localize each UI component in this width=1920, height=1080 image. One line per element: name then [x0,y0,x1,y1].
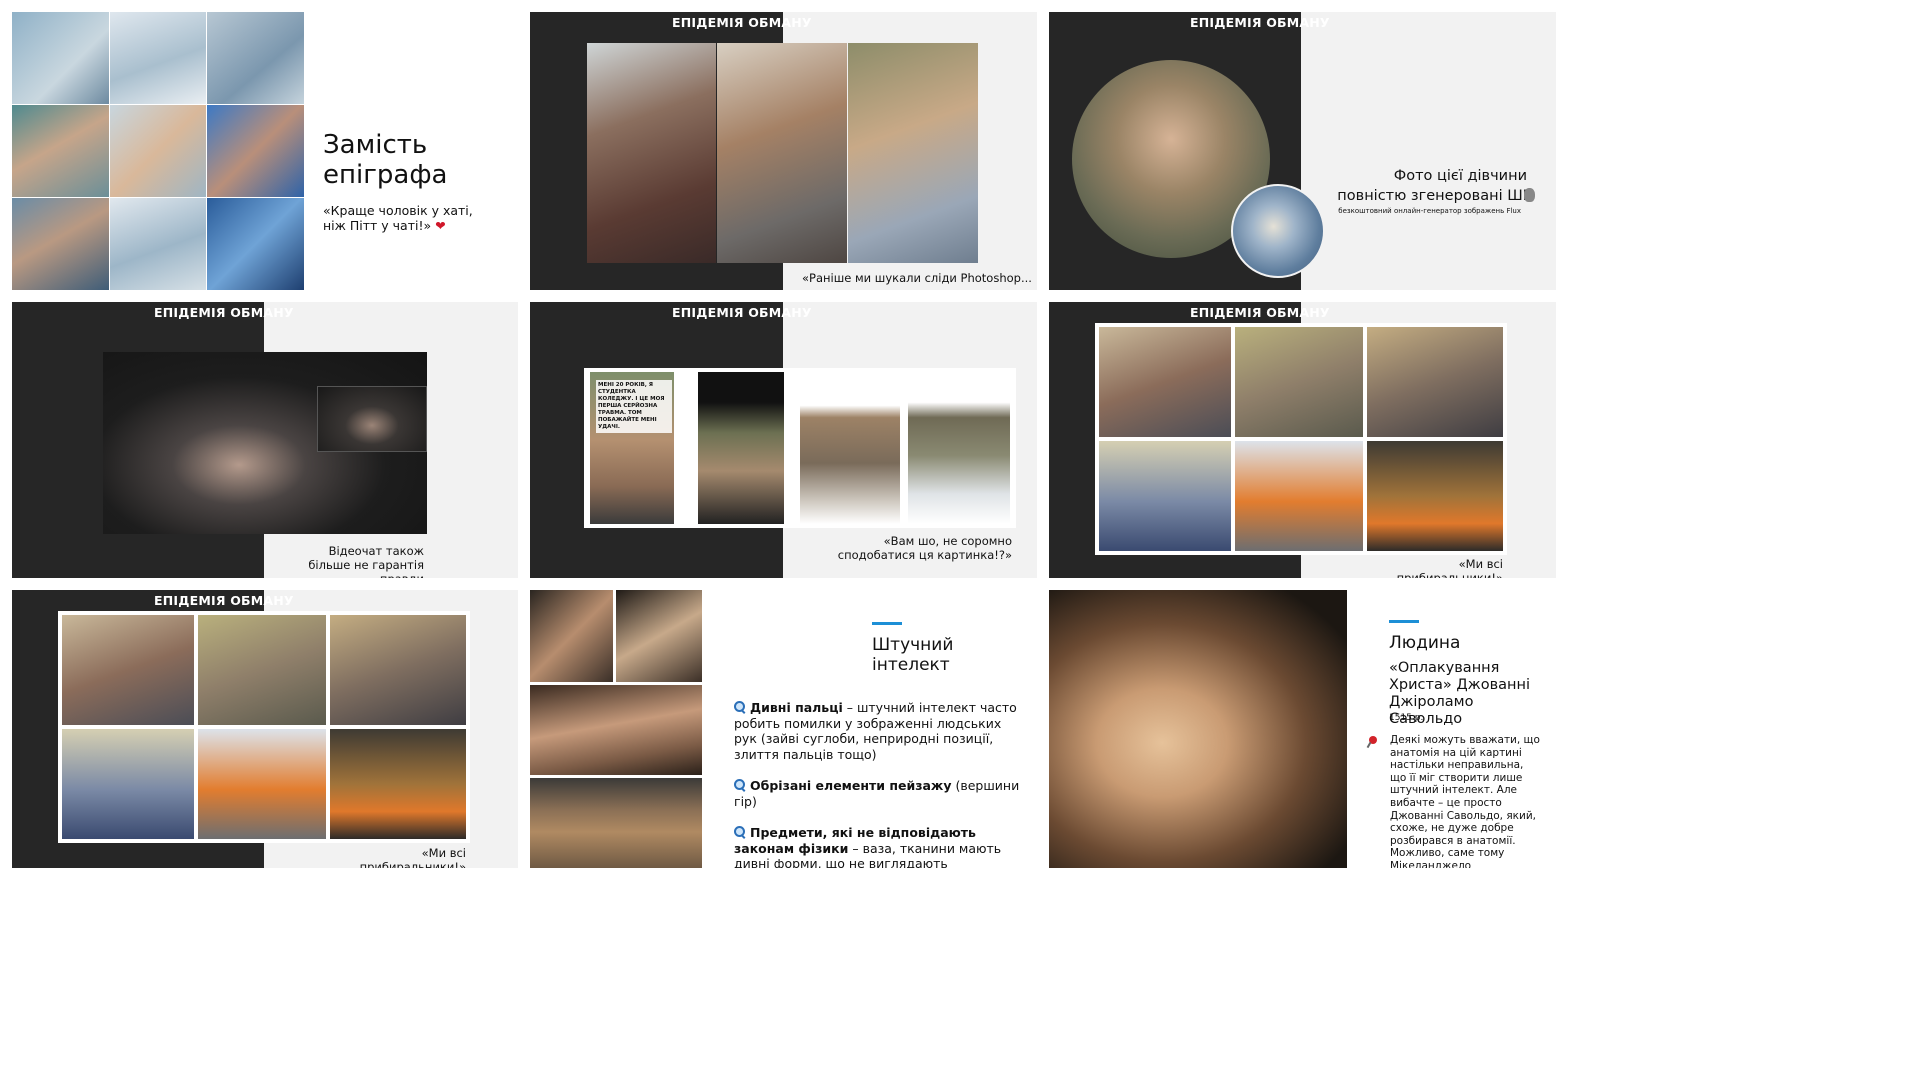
cleaners-photo [330,729,466,839]
slide-caption: Відеочат також більше не гарантія правди [308,544,424,578]
cleaners-photo [1235,327,1363,437]
slide-6[interactable]: ЕПІДЕМІЯ ОБМАНУ «Ми всі прибиральники!» [1049,302,1556,578]
slide-4[interactable]: ЕПІДЕМІЯ ОБМАНУ Відеочат також більше не… [12,302,518,578]
heart-icon: ❤ [435,218,446,233]
ai-signs-list: Дивні пальці – штучний інтелект часто ро… [734,700,1020,868]
list-item: Обрізані елементи пейзажу (вершини гір) [734,778,1020,809]
section-header: ЕПІДЕМІЯ ОБМАНУ [672,15,812,30]
accent-line [1389,620,1419,623]
cleaners-collage [58,611,470,843]
cleaners-photo [62,729,194,839]
post-tiktok-hospital: МЕНІ 20 РОКІВ, Я СТУДЕНТКА КОЛЕДЖУ. І ЦЕ… [590,372,674,524]
post-soldier-snow [908,372,1010,524]
slide-title: Штучний інтелект [872,635,954,675]
ai-lamentation-image [616,590,702,682]
cleaners-photo [1367,441,1503,551]
slide-7[interactable]: ЕПІДЕМІЯ ОБМАНУ «Ми всі прибиральники!» [12,590,518,868]
painting-note: Деякі можуть вважати, що анатомія на цій… [1390,734,1540,868]
cleaners-photo [1099,441,1231,551]
post-children-table [800,372,900,524]
cleaners-photo [1367,327,1503,437]
painting-year: 1515 р. [1389,713,1424,723]
section-header: ЕПІДЕМІЯ ОБМАНУ [154,593,294,608]
post-soldiers-babies [698,372,784,524]
videochat-pip-window [317,386,427,452]
slide-title: Людина [1389,633,1461,653]
social-posts-panel: МЕНІ 20 РОКІВ, Я СТУДЕНТКА КОЛЕДЖУ. І ЦЕ… [584,368,1016,528]
generator-note: безкоштовний онлайн-генератор зображень … [1338,207,1521,215]
ai-hands-closeup [530,590,613,682]
cleaners-photo [198,729,326,839]
brad-pitt-collage [12,12,304,290]
slide-caption: «Раніше ми шукали сліди Photoshop... [802,271,1032,285]
cleaners-photo [1099,327,1231,437]
slide-title: Замість епіграфа [323,130,448,190]
magnifier-icon [734,826,746,838]
list-item: Предмети, які не відповідають законам фі… [734,825,1002,868]
quote-text: «Краще чоловік у хаті, ніж Пітт у чаті!» [323,203,473,233]
slide-8[interactable]: Штучний інтелект Дивні пальці – штучний … [530,590,1037,868]
pendant-closeup-circle [1231,184,1325,278]
slide-5[interactable]: ЕПІДЕМІЯ ОБМАНУ МЕНІ 20 РОКІВ, Я СТУДЕНТ… [530,302,1037,578]
section-header: ЕПІДЕМІЯ ОБМАНУ [672,305,812,320]
epigraph-quote: «Краще чоловік у хаті, ніж Пітт у чаті!»… [323,203,473,233]
cleaners-photo [1235,441,1363,551]
accent-line [872,622,902,625]
section-header: ЕПІДЕМІЯ ОБМАНУ [1190,15,1330,30]
ai-hand-detail [530,685,702,775]
slide-caption: «Ми всі прибиральники!» [359,846,466,868]
slide-1[interactable]: Замість епіграфа «Краще чоловік у хаті, … [12,12,518,290]
post-text-overlay: МЕНІ 20 РОКІВ, Я СТУДЕНТКА КОЛЕДЖУ. І ЦЕ… [596,380,672,433]
cleaners-photo [198,615,326,725]
pushpin-needle [1366,741,1372,749]
cleaners-collage [1095,323,1507,555]
list-item: Дивні пальці – штучний інтелект часто ро… [734,700,1017,762]
girl-photo-phone [587,43,716,263]
slide-headline: Фото цієї дівчини повністю згенеровані Ш… [1337,168,1527,204]
section-header: ЕПІДЕМІЯ ОБМАНУ [154,305,294,320]
section-header: ЕПІДЕМІЯ ОБМАНУ [1190,305,1330,320]
slide-2[interactable]: ЕПІДЕМІЯ ОБМАНУ «Раніше ми шукали сліди … [530,12,1037,290]
slide-caption: «Ми всі прибиральники!» [1396,557,1503,578]
stone-icon [1524,188,1535,202]
magnifier-icon [734,701,746,713]
cleaners-photo [330,615,466,725]
slide-caption: «Вам шо, не соромно сподобатися ця карти… [837,534,1012,562]
cleaners-photo [62,615,194,725]
slide-3[interactable]: ЕПІДЕМІЯ ОБМАНУ Фото цієї дівчини повніс… [1049,12,1556,290]
savoldo-painting [1049,590,1347,868]
girl-photo-kitchen [717,43,847,263]
girl-photo-outdoor [848,43,978,263]
slide-9[interactable]: Людина «Оплакування Христа» Джованні Джі… [1049,590,1556,868]
ai-mountain-landscape [530,778,702,868]
magnifier-icon [734,779,746,791]
